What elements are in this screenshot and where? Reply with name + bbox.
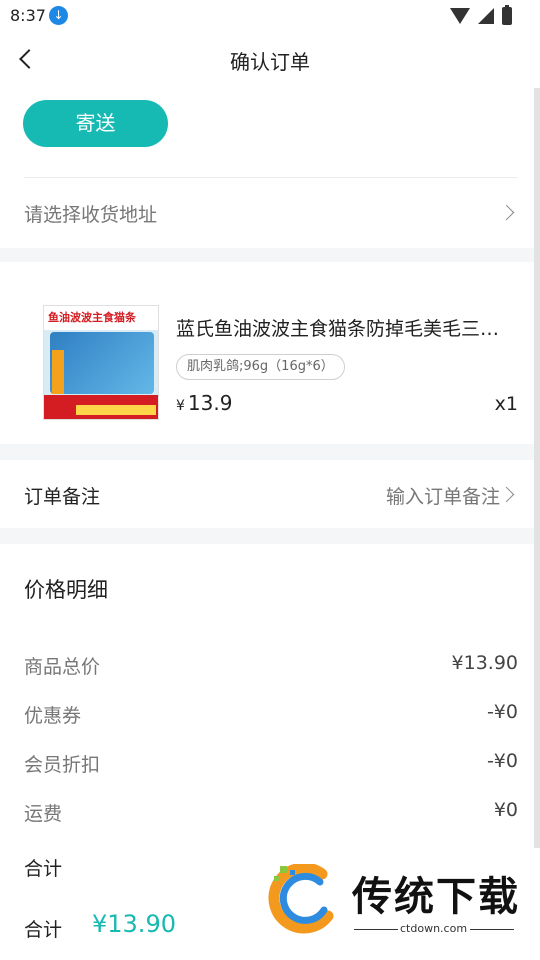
product-banner-graphic: [76, 405, 156, 415]
price-total-label: 合计: [24, 858, 63, 880]
watermark: 传统下载 ctdown.com: [266, 860, 520, 936]
price-value: ¥0: [493, 799, 518, 821]
wifi-icon: [450, 8, 470, 24]
chevron-right-icon: [498, 486, 515, 503]
address-selector[interactable]: 请选择收货地址: [0, 178, 540, 246]
product-price: ¥13.9: [176, 391, 232, 415]
currency-symbol: ¥: [176, 398, 185, 414]
product-spec-tag: 肌肉乳鸽;96g（16g*6）: [176, 354, 345, 380]
chevron-right-icon: [498, 204, 515, 221]
scrollbar[interactable]: [534, 88, 540, 848]
product-title[interactable]: 蓝氏鱼油波波主食猫条防掉毛美毛三…: [176, 314, 518, 341]
price-row-coupon[interactable]: 优惠券 -¥0: [24, 701, 518, 729]
signal-icon: [478, 8, 494, 24]
status-icons: [450, 5, 512, 26]
address-placeholder: 请选择收货地址: [24, 204, 158, 226]
remark-label: 订单备注: [24, 486, 101, 508]
watermark-brand: 传统下载: [352, 874, 520, 920]
price-label: 商品总价: [24, 656, 101, 678]
price-value: ¥13.90: [451, 652, 518, 674]
order-remark-row[interactable]: 订单备注 输入订单备注: [0, 460, 540, 528]
product-image-label: 鱼油波波主食猫条: [44, 306, 158, 330]
watermark-domain: ctdown.com: [400, 922, 468, 935]
price-label: 优惠券: [24, 705, 82, 727]
bottom-total-value: ¥13.90: [92, 910, 176, 938]
page-title: 确认订单: [230, 50, 310, 74]
status-bar: 8:37 ↓: [0, 0, 540, 32]
price-row-shipping: 运费 ¥0: [24, 799, 518, 827]
watermark-logo-icon: [268, 864, 334, 934]
product-package-graphic: [52, 350, 64, 394]
price-value: -¥0: [486, 701, 518, 723]
battery-icon: [502, 5, 512, 25]
delivery-card: 寄送 请选择收货地址: [0, 88, 540, 248]
product-quantity: x1: [494, 393, 518, 415]
product-card: 鱼油波波主食猫条 蓝氏鱼油波波主食猫条防掉毛美毛三… 肌肉乳鸽;96g（16g*…: [0, 262, 540, 444]
product-image[interactable]: 鱼油波波主食猫条: [43, 305, 159, 420]
remark-input[interactable]: 输入订单备注: [386, 482, 500, 509]
price-row-goods-total: 商品总价 ¥13.90: [24, 652, 518, 680]
price-detail-heading: 价格明细: [24, 578, 108, 602]
send-button[interactable]: 寄送: [23, 100, 168, 147]
price-label: 会员折扣: [24, 754, 101, 776]
price-row-member-discount: 会员折扣 -¥0: [24, 750, 518, 778]
divider: [470, 929, 514, 930]
price-label: 运费: [24, 803, 63, 825]
price-value: -¥0: [486, 750, 518, 772]
product-package-graphic: [50, 332, 154, 394]
status-time: 8:37: [10, 6, 46, 25]
divider: [354, 929, 398, 930]
download-icon: ↓: [49, 6, 68, 25]
bottom-total-label: 合计: [24, 919, 63, 941]
price-value: 13.9: [187, 391, 233, 415]
nav-bar: 确认订单: [0, 32, 540, 88]
